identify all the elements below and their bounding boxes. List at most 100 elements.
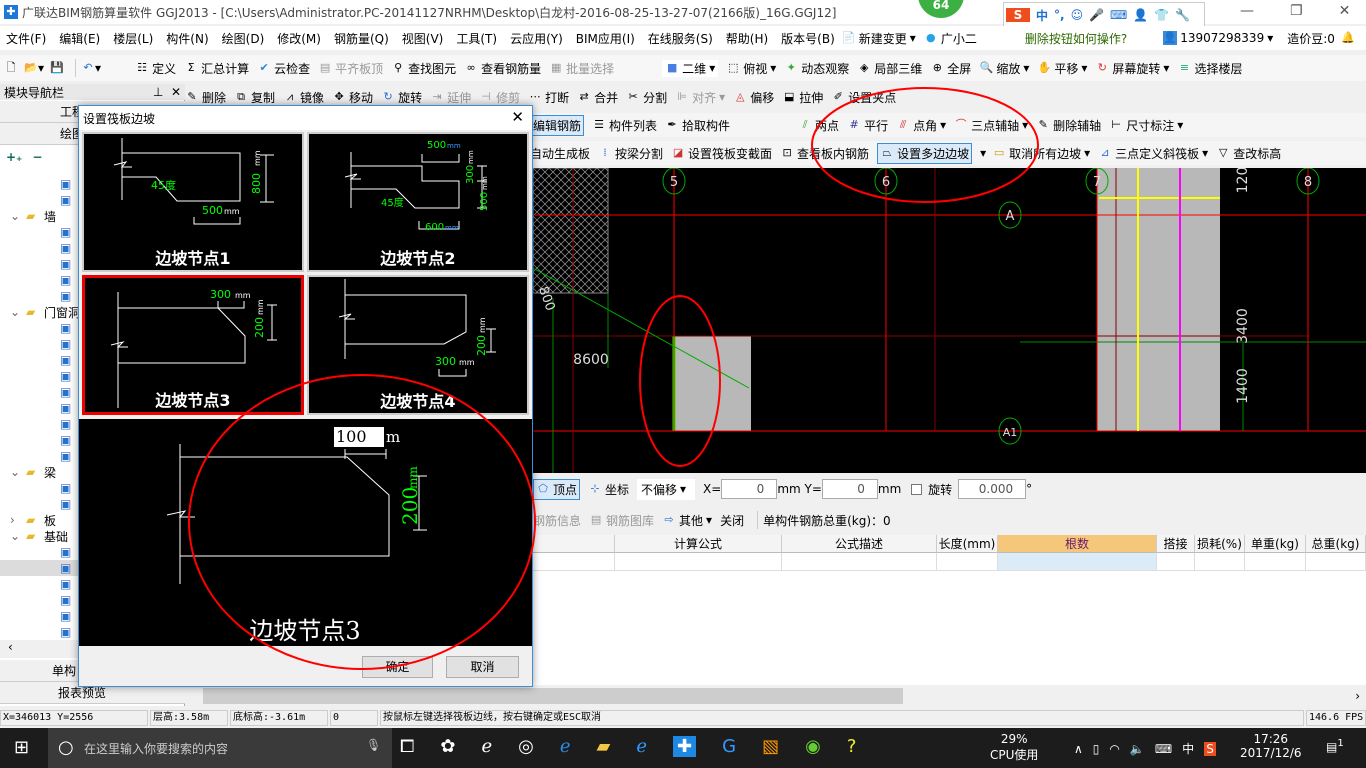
windows-start-icon[interactable]: ⊞ (14, 737, 29, 758)
rebar-library-button[interactable]: ▤ 钢筋图库 (589, 512, 654, 529)
col-header-length[interactable]: 长度(mm) (937, 535, 998, 553)
tb-dimension[interactable]: ⊢ 尺寸标注 ▾ (1109, 117, 1183, 134)
table-cell[interactable] (1245, 553, 1306, 571)
tb-align[interactable]: ⊫ 对齐 ▾ (675, 89, 725, 106)
slope-node-3[interactable]: 300 mm 200 mm 边坡节点3 (82, 275, 304, 415)
menu-rebar-qty[interactable]: 钢筋量(Q) (334, 30, 389, 47)
app-icon-g[interactable]: G (722, 736, 736, 757)
tb-cloud-check[interactable]: ✔ 云检查 (257, 60, 310, 77)
taskbar-search[interactable]: ○ 在这里输入你要搜索的内容 🎙 (48, 728, 392, 768)
tb-two-point[interactable]: ⫽ 两点 (798, 117, 839, 134)
ie-blue-icon[interactable]: ℯ (636, 736, 647, 757)
table-cell[interactable] (1195, 553, 1245, 571)
ie-icon[interactable]: ℯ (482, 736, 493, 757)
skin-icon[interactable]: 👕 (1154, 8, 1169, 22)
ok-button[interactable]: 确定 (362, 656, 433, 678)
pin-icon[interactable]: ⊥ (153, 85, 163, 99)
tb-top-view[interactable]: ⬚ 俯视 ▾ (726, 60, 776, 77)
tb-three-point-slope[interactable]: ⊿ 三点定义斜筏板 ▾ (1098, 145, 1209, 162)
rebar-info-button[interactable]: 钢筋信息 (533, 512, 581, 529)
tb-summary-calc[interactable]: Σ 汇总计算 (184, 60, 250, 77)
bell-icon[interactable]: 🔔 (1341, 31, 1355, 45)
col-header-unit-weight[interactable]: 单重(kg) (1245, 535, 1306, 553)
tb-fullscreen[interactable]: ⊕ 全屏 (930, 60, 972, 77)
clock[interactable]: 17:26 2017/12/6 (1240, 732, 1302, 760)
tb-pick-component[interactable]: ✒ 拾取构件 (665, 117, 730, 134)
keyboard-icon[interactable]: ⌨ (1155, 742, 1172, 756)
rotate-input[interactable]: 0.000 (958, 479, 1027, 499)
slope-node-2[interactable]: 500 mm 300 mm 500 mm 45度 600 mm 边坡节点2 (307, 132, 529, 272)
tb-define[interactable]: ☷ 定义 (135, 60, 176, 77)
col-header-description[interactable]: 公式描述 (782, 535, 937, 553)
undo-icon[interactable]: ↶ (81, 61, 95, 75)
collapse-all-icon[interactable]: − (32, 150, 42, 164)
tb-select-floor[interactable]: ≡ 选择楼层 (1177, 60, 1243, 77)
save-icon[interactable]: 💾 (50, 61, 64, 75)
cancel-button[interactable]: 取消 (446, 656, 519, 678)
col-header-total-weight[interactable]: 总重(kg) (1306, 535, 1366, 553)
chevron-down-icon[interactable]: ⌄ (10, 529, 20, 543)
tb-zoom[interactable]: 🔍 缩放 ▾ (979, 60, 1029, 77)
menu-floor[interactable]: 楼层(L) (113, 30, 153, 47)
app-icon-help[interactable]: ? (847, 736, 857, 757)
table-cell[interactable] (782, 553, 937, 571)
chevron-down-icon[interactable]: ⌄ (10, 465, 20, 479)
y-input[interactable]: 0 (821, 479, 878, 499)
nav-close-icon[interactable]: ✕ (171, 85, 181, 99)
scroll-thumb[interactable] (203, 688, 903, 704)
tb-copy[interactable]: ⧉ 复制 (234, 89, 275, 106)
menu-component[interactable]: 构件(N) (166, 30, 208, 47)
other-button[interactable]: ⇨ 其他 ▾ (662, 512, 712, 529)
assistant-button[interactable]: ● 广小二 (924, 30, 977, 47)
tb-rotate-screen[interactable]: ↻ 屏幕旋转 ▾ (1095, 60, 1170, 77)
tb-set-multi-slope[interactable]: ⏢ 设置多边边坡 (877, 142, 973, 164)
tb-move[interactable]: ✥ 移动 (332, 89, 373, 106)
notification-center-icon[interactable]: ▤1 (1326, 738, 1344, 754)
ime-indicator[interactable]: 中 (1182, 740, 1194, 757)
tb-offset[interactable]: ◬ 偏移 (733, 89, 774, 106)
task-view-icon[interactable]: ⧠ (400, 736, 414, 757)
table-cell[interactable] (998, 553, 1157, 571)
mic-icon[interactable]: 🎤 (1089, 8, 1104, 22)
menu-draw[interactable]: 绘图(D) (222, 30, 265, 47)
glodon-app-icon[interactable]: ✚ (673, 736, 697, 757)
slope-width-input[interactable]: 100 (334, 427, 384, 447)
minimize-button[interactable]: — (1240, 3, 1254, 19)
ime-mode[interactable]: 中 (1036, 7, 1048, 24)
tb-local-3d[interactable]: ◈ 局部三维 (857, 60, 922, 77)
help-link[interactable]: 删除按钮如何操作? (1025, 30, 1127, 47)
offset-select[interactable]: 不偏移 ▾ (637, 478, 696, 500)
tray-device-icon[interactable]: ▯ (1093, 742, 1100, 756)
app-icon-green[interactable]: ◉ (805, 736, 821, 757)
tray-up-icon[interactable]: ∧ (1074, 742, 1083, 756)
table-cell[interactable] (615, 553, 782, 571)
new-file-icon[interactable]: 🗋 (4, 61, 18, 75)
chevron-right-icon[interactable]: › (10, 513, 15, 527)
table-cell[interactable] (1157, 553, 1195, 571)
wrench-icon[interactable]: 🔧 (1175, 8, 1190, 22)
user-icon[interactable]: 👤 (1133, 8, 1148, 22)
tb-point-angle[interactable]: ⫻ 点角 ▾ (896, 117, 946, 134)
tb-mirror[interactable]: ⩘ 镜像 (283, 89, 324, 106)
tb-orbit[interactable]: ✦ 动态观察 (784, 60, 850, 77)
user-account[interactable]: 👤 13907298339 ▾ (1163, 31, 1273, 45)
tb-cancel-slopes[interactable]: ▭ 取消所有边坡 ▾ (992, 145, 1090, 162)
menu-view[interactable]: 视图(V) (402, 30, 444, 47)
tb-extend[interactable]: ⇥ 延伸 (430, 89, 471, 106)
tb-component-list[interactable]: ☰ 构件列表 (592, 117, 657, 134)
col-header-formula[interactable]: 计算公式 (615, 535, 782, 553)
edge-icon[interactable]: ℯ (560, 736, 571, 757)
tb-batch-select[interactable]: ▦ 批量选择 (549, 60, 614, 77)
tb-trim[interactable]: ⊣ 修剪 (479, 89, 520, 106)
keyboard-icon[interactable]: ⌨ (1110, 8, 1127, 22)
tb-split-by-beam[interactable]: ⁞ 按梁分割 (598, 145, 663, 162)
horizontal-scrollbar[interactable]: ‹ › (185, 686, 1366, 706)
tb-view-rebar[interactable]: ∞ 查看钢筋量 (464, 60, 542, 77)
snap-vertex[interactable]: ⬠ 顶点 (533, 478, 581, 500)
chevron-down-icon[interactable]: ⌄ (10, 209, 20, 223)
table-cell[interactable] (937, 553, 998, 571)
tb-variable-section[interactable]: ◪ 设置筏板变截面 (671, 145, 772, 162)
tb-stretch[interactable]: ⬓ 拉伸 (782, 89, 823, 106)
x-input[interactable]: 0 (721, 479, 778, 499)
table-cell[interactable] (1306, 553, 1366, 571)
